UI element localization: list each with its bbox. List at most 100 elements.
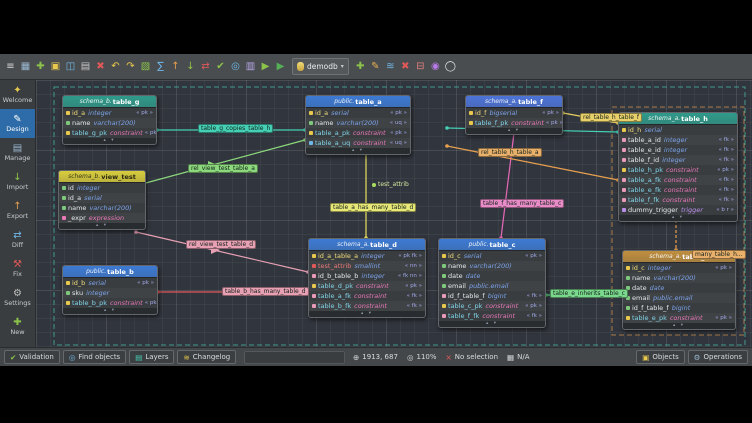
relationship-label[interactable]: table_g_copies_table_h (198, 124, 273, 133)
table-row[interactable]: id_hserial (619, 125, 737, 135)
table-row[interactable]: table_f_idinteger« fk » (619, 155, 737, 165)
sidebar-item-diff[interactable]: ⇄Diff (0, 225, 35, 254)
relationship-label[interactable]: table_e_inherits_table_c (550, 289, 628, 298)
export-sql-icon[interactable]: ∑ (153, 58, 168, 76)
sidebar-item-welcome[interactable]: ✦Welcome (0, 80, 35, 109)
delete-object-icon[interactable]: ✖ (398, 58, 413, 76)
table-row[interactable]: table_a_uqconstraint« uq » (306, 138, 410, 148)
table-table_h[interactable]: schema_a.table_hid_hserialtable_a_idinte… (618, 112, 738, 222)
table-row[interactable]: table_e_pkconstraint« pk » (623, 313, 735, 323)
relationship-label[interactable]: rel_view_test_table_a (188, 164, 258, 173)
export-database-icon[interactable]: ↑ (168, 58, 183, 76)
run-validation-icon[interactable]: ▶ (273, 58, 288, 76)
relationship-label[interactable]: rel_table_h_table_f (580, 113, 642, 122)
redo-icon[interactable]: ↷ (123, 58, 138, 76)
sidebar-item-import[interactable]: ↓Import (0, 167, 35, 196)
statusbar-button-find-objects[interactable]: ◎Find objects (63, 350, 126, 364)
sidebar-item-manage[interactable]: ▤Manage (0, 138, 35, 167)
table-row[interactable]: id_aserial (59, 193, 145, 203)
table-row[interactable]: skuinteger (63, 288, 157, 298)
statusbar-button-operations[interactable]: ⚙Operations (688, 350, 748, 364)
new-model-icon[interactable]: ✚ (33, 58, 48, 76)
table-row[interactable]: id_bserial« pk » (63, 278, 157, 288)
source-code-icon[interactable]: ≋ (383, 58, 398, 76)
statusbar-button-changelog[interactable]: ≋Changelog (177, 350, 236, 364)
edit-object-icon[interactable]: ✎ (368, 58, 383, 76)
table-row[interactable]: table_e_idinteger« fk » (619, 145, 737, 155)
find-object-icon[interactable]: ◎ (228, 58, 243, 76)
table-header[interactable]: schema_b.table_g (63, 96, 156, 108)
table-table_a[interactable]: public.table_aid_aserial« pk »namevarcha… (305, 95, 411, 155)
diff-database-icon[interactable]: ⇄ (198, 58, 213, 76)
table-table_e[interactable]: schema_a.table_eid_cinteger« pk »namevar… (622, 250, 736, 330)
table-row[interactable]: table_a_fkconstraint« fk » (309, 291, 425, 301)
table-row[interactable]: _exprexpression (59, 213, 145, 223)
table-row[interactable]: table_h_pkconstraint« pk » (619, 165, 737, 175)
table-row[interactable]: table_a_pkconstraint« pk » (306, 128, 410, 138)
arrange-windows-icon[interactable]: ▦ (18, 58, 33, 76)
open-model-icon[interactable]: ▣ (48, 58, 63, 76)
print-model-icon[interactable]: ▤ (78, 58, 93, 76)
bug-report-icon[interactable]: ◉ (428, 58, 443, 76)
main-menu-icon[interactable]: ≡ (3, 58, 18, 76)
table-collapse-icons[interactable]: ▴ ▾ (63, 308, 157, 314)
table-row[interactable]: namevarchar(200) (59, 203, 145, 213)
model-objects-icon[interactable]: ▥ (243, 58, 258, 76)
table-row[interactable]: table_a_fkconstraint« fk » (619, 175, 737, 185)
import-database-icon[interactable]: ↓ (183, 58, 198, 76)
table-row[interactable]: id_cinteger« pk » (623, 263, 735, 273)
save-model-icon[interactable]: ◫ (63, 58, 78, 76)
sidebar-item-export[interactable]: ↑Export (0, 196, 35, 225)
donate-icon[interactable]: ◯ (443, 58, 458, 76)
table-collapse-icons[interactable]: ▴ ▾ (59, 223, 145, 229)
table-header[interactable]: schema_a.table_f (466, 96, 562, 108)
relationship-label[interactable]: table_b_has_many_table_d (222, 287, 309, 296)
relationship-line[interactable] (136, 232, 308, 272)
table-collapse-icons[interactable]: ▴ ▾ (439, 321, 545, 327)
table-row[interactable]: id_b_table_binteger« fk nn » (309, 271, 425, 281)
table-header[interactable]: public.table_a (306, 96, 410, 108)
undo-icon[interactable]: ↶ (108, 58, 123, 76)
sidebar-item-settings[interactable]: ⚙Settings (0, 283, 35, 312)
table-table_b[interactable]: public.table_bid_bserial« pk »skuinteger… (62, 265, 158, 315)
table-table_d[interactable]: schema_a.table_did_a_table_ainteger« pk … (308, 238, 426, 318)
table-row[interactable]: table_f_pkconstraint« pk » (466, 118, 562, 128)
table-row[interactable]: id_cserial« pk » (439, 251, 545, 261)
table-row[interactable]: table_a_idinteger« fk » (619, 135, 737, 145)
table-row[interactable]: table_f_fkconstraint« fk » (619, 195, 737, 205)
relationship-label[interactable]: table_a_has_many_table_d (330, 203, 416, 212)
table-header[interactable]: schema_b.view_test (59, 171, 145, 183)
table-collapse-icons[interactable]: ▴ ▾ (306, 148, 410, 154)
table-row[interactable]: table_b_pkconstraint« pk » (63, 298, 157, 308)
table-collapse-icons[interactable]: ▴ ▾ (619, 215, 737, 221)
diagram-canvas[interactable]: schema_b.table_gid_ainteger« pk »namevar… (36, 80, 752, 347)
relationship-label[interactable]: many_table_h... (692, 250, 746, 259)
table-row[interactable]: namevarchar(200) (63, 118, 156, 128)
table-row[interactable]: table_d_pkconstraint« pk » (309, 281, 425, 291)
export-image-icon[interactable]: ▧ (138, 58, 153, 76)
table-header[interactable]: public.table_b (63, 266, 157, 278)
statusbar-button-layers[interactable]: ▤Layers (129, 350, 174, 364)
table-header[interactable]: schema_a.table_d (309, 239, 425, 251)
run-sql-icon[interactable]: ▶ (258, 58, 273, 76)
sidebar-item-new[interactable]: ✚New (0, 312, 35, 341)
sidebar-item-design[interactable]: ✎Design (0, 109, 35, 138)
table-row[interactable]: id_ainteger« pk » (63, 108, 156, 118)
table-row[interactable]: table_g_pkconstraint« pk » (63, 128, 156, 138)
table-row[interactable]: id_f_table_fbigint (623, 303, 735, 313)
table-row[interactable]: table_e_fkconstraint« fk » (619, 185, 737, 195)
sidebar-item-fix[interactable]: ⚒Fix (0, 254, 35, 283)
table-row[interactable]: emailpublic.email (623, 293, 735, 303)
table-row[interactable]: table_f_fkconstraint« fk » (439, 311, 545, 321)
table-row[interactable]: datedate (623, 283, 735, 293)
table-row[interactable]: namevarchar(200)« uq » (306, 118, 410, 128)
table-row[interactable]: table_b_fkconstraint« fk » (309, 301, 425, 311)
close-model-icon[interactable]: ✖ (93, 58, 108, 76)
relationship-label[interactable]: rel_table_h_table_a (478, 148, 542, 157)
table-row[interactable]: id_aserial« pk » (306, 108, 410, 118)
table-table_g[interactable]: schema_b.table_gid_ainteger« pk »namevar… (62, 95, 157, 145)
relationship-label[interactable]: rel_view_test_table_d (186, 240, 256, 249)
table-row[interactable]: datedate (439, 271, 545, 281)
table-row[interactable]: table_c_pkconstraint« pk » (439, 301, 545, 311)
new-object-icon[interactable]: ✚ (353, 58, 368, 76)
